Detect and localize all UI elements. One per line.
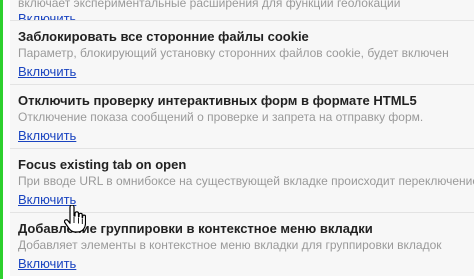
- experiment-item: Заблокировать все сторонние файлы cookie…: [10, 20, 474, 84]
- hand-pointer-icon: [63, 204, 87, 233]
- experiment-title: Заблокировать все сторонние файлы cookie: [18, 29, 309, 44]
- experiment-description: Добавляет элементы в контекстное меню вк…: [18, 238, 442, 252]
- experiment-title: Отключить проверку интерактивных форм в …: [18, 93, 417, 108]
- experiment-description: При вводе URL в омнибоксе на существующе…: [18, 174, 474, 188]
- experiment-item: Отключить проверку интерактивных форм в …: [10, 84, 474, 148]
- experiment-description: включает экспериментальные расширения дл…: [18, 0, 401, 10]
- experiment-item: включает экспериментальные расширения дл…: [10, 0, 474, 26]
- experiment-title: Focus existing tab on open: [18, 157, 187, 172]
- experiment-description: Параметр, блокирующий установку сторонни…: [18, 46, 449, 60]
- enable-link[interactable]: Включить: [18, 64, 76, 79]
- enable-link[interactable]: Включить: [18, 128, 76, 143]
- experiment-description: Отключение показа сообщений о проверке и…: [18, 110, 424, 124]
- enable-link[interactable]: Включить: [18, 256, 76, 271]
- experiment-item: Focus existing tab on open При вводе URL…: [10, 148, 474, 212]
- experiments-list: включает экспериментальные расширения дл…: [10, 0, 474, 276]
- left-accent-bar: [0, 0, 3, 279]
